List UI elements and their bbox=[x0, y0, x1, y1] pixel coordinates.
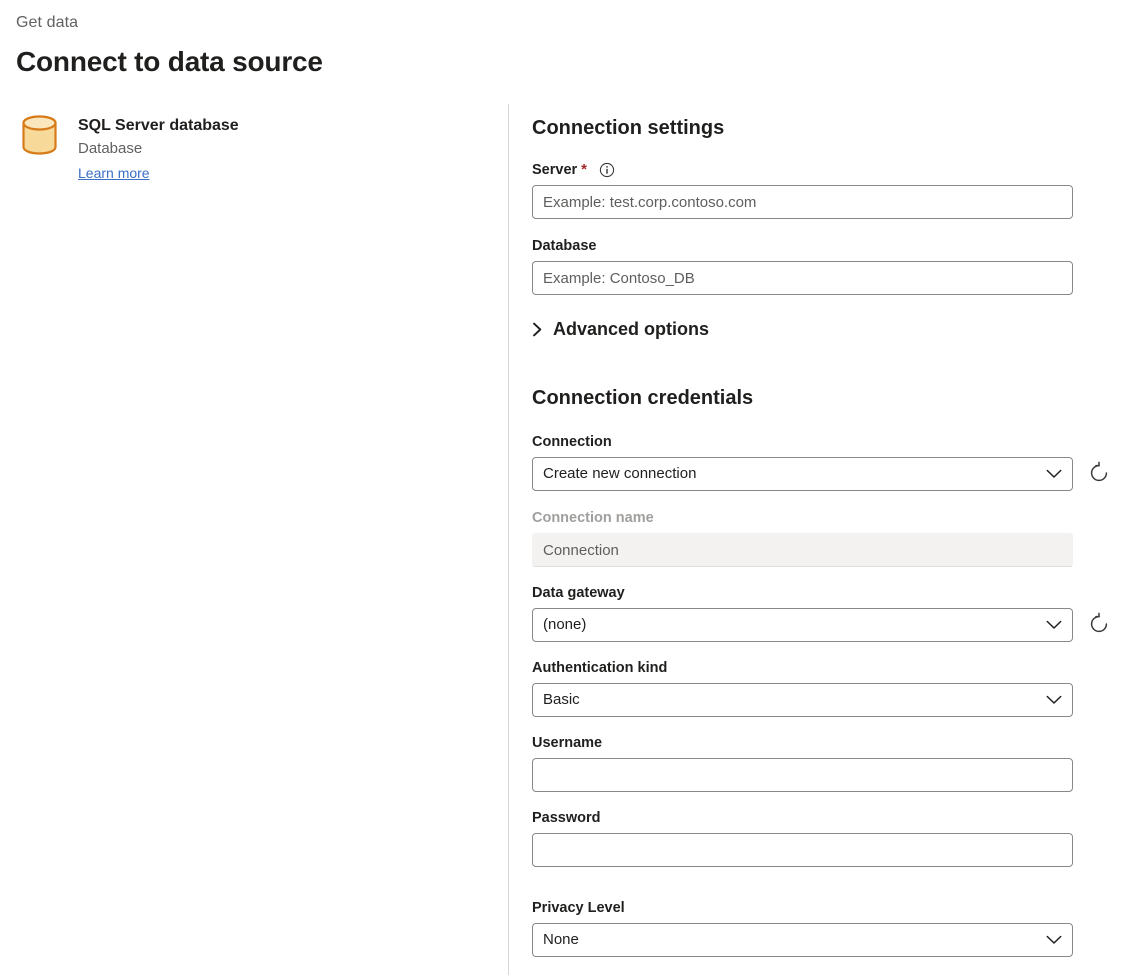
breadcrumb: Get data bbox=[16, 12, 78, 34]
authentication-kind-label: Authentication kind bbox=[532, 658, 1073, 678]
get-data-dialog: Get data Connect to data source SQL Serv… bbox=[0, 0, 1138, 975]
vertical-divider bbox=[508, 104, 509, 975]
data-gateway-selected-value: (none) bbox=[543, 609, 586, 641]
username-input[interactable] bbox=[532, 758, 1073, 792]
data-gateway-field: Data gateway (none) bbox=[532, 583, 1115, 642]
connection-name-label: Connection name bbox=[532, 508, 1073, 528]
connection-name-field: Connection name bbox=[532, 508, 1073, 567]
username-label-text: Username bbox=[532, 733, 602, 753]
connection-settings-heading: Connection settings bbox=[532, 114, 724, 142]
info-circle-icon[interactable] bbox=[599, 162, 615, 178]
privacy-level-label-text: Privacy Level bbox=[532, 898, 625, 918]
connection-field: Connection Create new connection bbox=[532, 432, 1115, 491]
advanced-options-label: Advanced options bbox=[553, 317, 709, 341]
authentication-kind-label-text: Authentication kind bbox=[532, 658, 667, 678]
data-gateway-label: Data gateway bbox=[532, 583, 1115, 603]
connection-name-label-text: Connection name bbox=[532, 508, 654, 528]
data-source-name: SQL Server database bbox=[78, 114, 468, 137]
chevron-down-icon bbox=[1046, 692, 1062, 709]
server-input[interactable] bbox=[532, 185, 1073, 219]
required-asterisk: * bbox=[581, 160, 587, 180]
privacy-level-selected-value: None bbox=[543, 924, 579, 956]
chevron-right-icon bbox=[532, 322, 543, 337]
data-gateway-row: (none) bbox=[532, 608, 1115, 642]
database-label-text: Database bbox=[532, 236, 596, 256]
privacy-level-field: Privacy Level None bbox=[532, 898, 1073, 957]
database-field: Database bbox=[532, 236, 1073, 295]
connection-credentials-heading: Connection credentials bbox=[532, 384, 753, 412]
data-gateway-label-text: Data gateway bbox=[532, 583, 625, 603]
authentication-kind-selected-value: Basic bbox=[543, 684, 580, 716]
connection-label: Connection bbox=[532, 432, 1115, 452]
connection-selected-value: Create new connection bbox=[543, 458, 696, 490]
refresh-connections-button[interactable] bbox=[1083, 458, 1115, 490]
data-source-info: SQL Server database Database Learn more bbox=[78, 114, 468, 183]
server-field: Server * bbox=[532, 160, 1073, 219]
privacy-level-label: Privacy Level bbox=[532, 898, 1073, 918]
connection-label-text: Connection bbox=[532, 432, 612, 452]
refresh-gateways-button[interactable] bbox=[1083, 609, 1115, 641]
connection-row: Create new connection bbox=[532, 457, 1115, 491]
password-label: Password bbox=[532, 808, 1073, 828]
database-label: Database bbox=[532, 236, 1073, 256]
server-label: Server * bbox=[532, 160, 1073, 180]
chevron-down-icon bbox=[1046, 617, 1062, 634]
page-title: Connect to data source bbox=[16, 44, 323, 80]
password-label-text: Password bbox=[532, 808, 601, 828]
authentication-kind-select[interactable]: Basic bbox=[532, 683, 1073, 717]
privacy-level-select[interactable]: None bbox=[532, 923, 1073, 957]
authentication-kind-field: Authentication kind Basic bbox=[532, 658, 1073, 717]
username-label: Username bbox=[532, 733, 1073, 753]
chevron-down-icon bbox=[1046, 932, 1062, 949]
refresh-icon bbox=[1088, 612, 1110, 639]
refresh-icon bbox=[1088, 461, 1110, 488]
connection-name-input bbox=[532, 533, 1073, 567]
data-source-card: SQL Server database Database Learn more bbox=[16, 112, 476, 204]
connection-select[interactable]: Create new connection bbox=[532, 457, 1073, 491]
password-input[interactable] bbox=[532, 833, 1073, 867]
server-label-text: Server bbox=[532, 160, 577, 180]
database-input[interactable] bbox=[532, 261, 1073, 295]
advanced-options-toggle[interactable]: Advanced options bbox=[532, 317, 709, 341]
username-field: Username bbox=[532, 733, 1073, 792]
data-gateway-select[interactable]: (none) bbox=[532, 608, 1073, 642]
chevron-down-icon bbox=[1046, 466, 1062, 483]
database-cylinder-icon bbox=[18, 112, 62, 160]
password-field: Password bbox=[532, 808, 1073, 867]
learn-more-link[interactable]: Learn more bbox=[78, 163, 150, 183]
data-source-category: Database bbox=[78, 137, 468, 161]
